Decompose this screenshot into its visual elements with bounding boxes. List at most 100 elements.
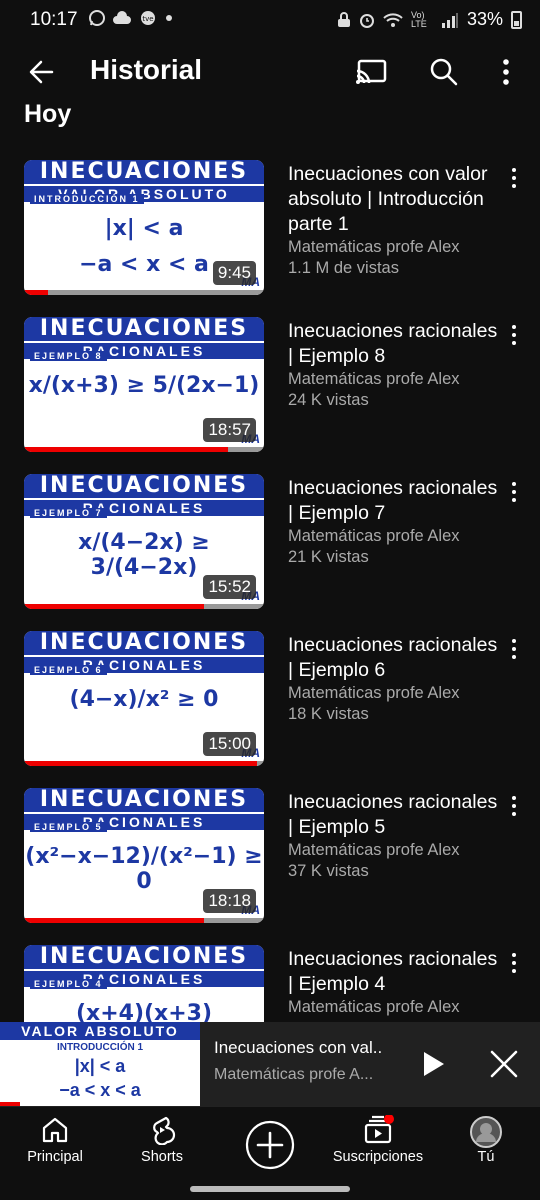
subscriptions-icon (364, 1115, 394, 1144)
nav-home[interactable]: Principal (0, 1115, 110, 1181)
video-title[interactable]: Inecuaciones racionales | Ejemplo 7 (288, 476, 498, 526)
watch-progress-bar (24, 447, 228, 452)
mini-player-thumbnail[interactable]: VALOR ABSOLUTO INTRODUCCIÓN 1 |x| < a −a… (0, 1022, 200, 1106)
app-header: Historial (0, 44, 540, 98)
video-views: 1.1 M de vistas (288, 259, 399, 277)
nav-shorts-label: Shorts (141, 1149, 183, 1165)
thumb-math: (4−x)/x² ≥ 0 (69, 687, 219, 712)
mini-player-title[interactable]: Inecuaciones con val.. (214, 1038, 404, 1058)
watch-progress-bar (24, 761, 257, 766)
thumb-badge: INTRODUCCIÓN 1 (30, 194, 144, 204)
more-vert-icon[interactable] (504, 323, 524, 347)
list-item[interactable]: INECUACIONES RACIONALES EJEMPLO 8 x/(x+3) ≥… (0, 317, 540, 457)
duration-badge: 18:18 (203, 889, 256, 913)
signal-icon (441, 12, 458, 28)
status-bar: 10:17 tve Vo) LTE 33% (0, 0, 540, 40)
video-thumbnail[interactable]: INECUACIONES VALOR ABSOLUTO INTRODUCCIÓN 1… (24, 160, 264, 295)
mini-thumb-badge: INTRODUCCIÓN 1 (56, 1042, 144, 1053)
thumb-badge: EJEMPLO 6 (30, 665, 107, 675)
more-vert-icon[interactable] (486, 52, 526, 92)
svg-text:tve: tve (142, 15, 153, 23)
video-channel: Matemáticas profe Alex (288, 527, 460, 545)
mini-thumb-math: |x| < a (74, 1056, 126, 1076)
video-views: 18 K vistas (288, 705, 369, 723)
progress-track (24, 290, 264, 295)
shorts-icon (153, 1116, 176, 1145)
nav-you[interactable]: Tú (431, 1115, 540, 1181)
video-title[interactable]: Inecuaciones racionales | Ejemplo 4 (288, 947, 498, 997)
mini-thumb-subtitle: VALOR ABSOLUTO (0, 1022, 200, 1040)
video-thumbnail[interactable]: INECUACIONES RACIONALES EJEMPLO 7 x/(4−2x) … (24, 474, 264, 609)
mini-player[interactable]: VALOR ABSOLUTO INTRODUCCIÓN 1 |x| < a −a… (0, 1022, 540, 1106)
thumb-badge: EJEMPLO 7 (30, 508, 107, 518)
thumb-math: (x²−x−12)/(x²−1) ≥ 0 (25, 844, 263, 894)
thumb-math: |x| < a (104, 216, 184, 241)
video-thumbnail[interactable]: INECUACIONES RACIONALES EJEMPLO 5 (x²−x−12)… (24, 788, 264, 923)
cast-icon[interactable] (352, 52, 392, 92)
duration-badge: 18:57 (203, 418, 256, 442)
battery-icon (511, 10, 522, 29)
list-item[interactable]: INECUACIONES RACIONALES EJEMPLO 6 (4−x)/x² … (0, 631, 540, 771)
thumb-title: INECUACIONES (24, 788, 264, 812)
nav-subscriptions[interactable]: Suscripciones (323, 1115, 433, 1181)
wifi-icon (383, 12, 403, 27)
video-title[interactable]: Inecuaciones con valor absoluto | Introd… (288, 162, 498, 237)
video-views: 24 K vistas (288, 391, 369, 409)
thumb-title: INECUACIONES (24, 160, 264, 184)
avatar (470, 1116, 502, 1148)
thumb-title: INECUACIONES (24, 631, 264, 655)
alarm-icon (359, 13, 374, 28)
tve-icon: tve (141, 11, 155, 25)
nav-home-label: Principal (27, 1149, 83, 1165)
close-icon[interactable] (486, 1046, 522, 1082)
thumb-math: x/(4−2x) ≥ 3/(4−2x) (78, 530, 210, 580)
more-vert-icon[interactable] (504, 480, 524, 504)
thumb-badge: EJEMPLO 8 (30, 351, 107, 361)
thumb-badge: EJEMPLO 5 (30, 822, 107, 832)
video-thumbnail[interactable]: INECUACIONES RACIONALES EJEMPLO 6 (4−x)/x² … (24, 631, 264, 766)
play-icon[interactable] (418, 1044, 450, 1084)
watch-progress-bar (24, 290, 48, 295)
page-title: Historial (90, 54, 203, 85)
video-channel: Matemáticas profe Alex (288, 684, 460, 702)
thumb-math: x/(x+3) ≥ 5/(2x−1) (28, 373, 260, 398)
create-plus-icon (245, 1120, 295, 1170)
video-title[interactable]: Inecuaciones racionales | Ejemplo 5 (288, 790, 498, 840)
cloud-icon (113, 11, 131, 24)
duration-badge: 9:45 (212, 261, 256, 285)
list-item[interactable]: INECUACIONES RACIONALES EJEMPLO 7 x/(4−2x) … (0, 474, 540, 614)
more-vert-icon[interactable] (504, 166, 524, 190)
video-title[interactable]: Inecuaciones racionales | Ejemplo 6 (288, 633, 498, 683)
search-icon[interactable] (423, 52, 463, 92)
more-vert-icon[interactable] (504, 637, 524, 661)
home-icon (42, 1117, 68, 1143)
nav-create[interactable] (215, 1115, 325, 1181)
status-time: 10:17 (30, 9, 78, 30)
whatsapp-icon (89, 10, 105, 26)
video-channel: Matemáticas profe Alex (288, 370, 460, 388)
nav-shorts[interactable]: Shorts (107, 1115, 217, 1181)
list-item[interactable]: INECUACIONES RACIONALES EJEMPLO 5 (x²−x−12)… (0, 788, 540, 928)
duration-badge: 15:00 (203, 732, 256, 756)
thumb-title: INECUACIONES (24, 474, 264, 498)
bottom-navigation: Principal Shorts Suscripciones Tú (0, 1106, 540, 1185)
nav-subscriptions-label: Suscripciones (332, 1149, 424, 1165)
thumb-title: INECUACIONES (24, 317, 264, 341)
video-title[interactable]: Inecuaciones racionales | Ejemplo 8 (288, 319, 498, 369)
back-arrow-icon[interactable] (22, 52, 62, 92)
more-vert-icon[interactable] (504, 951, 524, 975)
mini-player-channel: Matemáticas profe A... (214, 1066, 374, 1083)
duration-badge: 15:52 (203, 575, 256, 599)
watch-progress-bar (24, 918, 204, 923)
video-channel: Matemáticas profe Alex (288, 238, 460, 256)
video-thumbnail[interactable]: INECUACIONES RACIONALES EJEMPLO 8 x/(x+3) ≥… (24, 317, 264, 452)
list-item[interactable]: INECUACIONES VALOR ABSOLUTO INTRODUCCIÓN 1… (0, 160, 540, 300)
gesture-bar[interactable] (190, 1186, 350, 1192)
watch-progress-bar (24, 604, 204, 609)
nav-you-label: Tú (477, 1149, 495, 1165)
more-vert-icon[interactable] (504, 794, 524, 818)
video-views: 21 K vistas (288, 548, 369, 566)
mini-thumb-math2: −a < x < a (59, 1080, 141, 1100)
network-label: Vo) LTE (410, 9, 427, 29)
section-heading-today: Hoy (24, 100, 72, 128)
